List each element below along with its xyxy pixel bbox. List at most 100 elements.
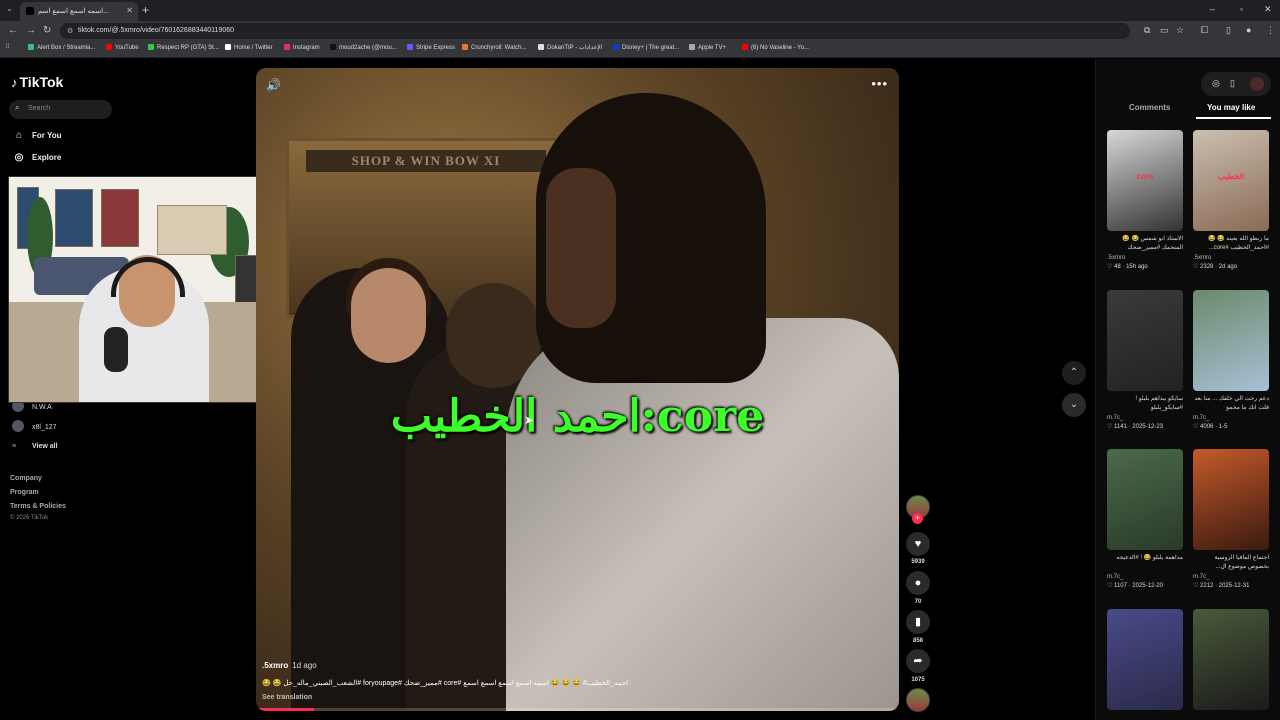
video-thumbnail[interactable] bbox=[1193, 449, 1269, 550]
video-card[interactable]: الخطيب ما ربطو الله يعينه 😂 😂 #احمد_الخطي… bbox=[1193, 130, 1269, 270]
video-card[interactable]: سايكو بيداهم بلبلو ! #سايكو_بلبلو m.7c_ ♡ … bbox=[1107, 290, 1183, 430]
next-video-button[interactable]: ⌄ bbox=[1062, 393, 1086, 417]
heart-icon: ♡ bbox=[1193, 583, 1201, 589]
bookmark-item[interactable]: DokanTIP - الإعدادات bbox=[538, 44, 602, 51]
video-thumbnail[interactable] bbox=[1107, 449, 1183, 550]
tab-comments[interactable]: Comments bbox=[1129, 103, 1170, 112]
card-title[interactable]: ما ربطو الله يعينه 😂 😂 #احمد_الخطيب #cor… bbox=[1193, 235, 1269, 253]
video-thumbnail[interactable] bbox=[1193, 290, 1269, 391]
bookmark-item[interactable]: Alert Box / Streamla... bbox=[28, 44, 95, 51]
share-count: 1075 bbox=[911, 677, 925, 683]
bookmark-item[interactable]: Respect RP (GTA) St... bbox=[148, 44, 219, 51]
card-title[interactable]: سايكو بيداهم بلبلو ! #سايكو_بلبلو bbox=[1107, 395, 1183, 413]
compass-icon[interactable]: ◎ bbox=[1212, 78, 1220, 89]
bookmark-item[interactable]: YouTube bbox=[106, 44, 139, 51]
video-author[interactable]: .5xmro 1d ago bbox=[262, 661, 317, 670]
bookmark-item[interactable]: Stripe Express bbox=[407, 44, 455, 51]
card-meta: ♡ 4006 · 1-5 bbox=[1193, 423, 1269, 430]
video-card[interactable]: core الاستاذ ابو شمس 😂 😂 المتحمك #مميز_ضح… bbox=[1107, 130, 1183, 270]
footer-terms[interactable]: Terms & Policies bbox=[10, 503, 66, 510]
translate-icon[interactable]: ⧉ bbox=[1144, 25, 1150, 36]
see-translation-link[interactable]: See translation bbox=[262, 694, 312, 701]
card-title[interactable]: اجتماع المافيا الروسية بخصوص موضوع ال... bbox=[1193, 554, 1269, 572]
card-username[interactable]: m.7c_ bbox=[1193, 574, 1269, 580]
video-card[interactable] bbox=[1107, 609, 1183, 710]
card-username[interactable]: .5xmro bbox=[1107, 255, 1183, 261]
video-card[interactable]: مداهمة بلبلو 😂 ! #الدعيجه m.7c_ ♡ 1107 · 2… bbox=[1107, 449, 1183, 589]
previous-video-button[interactable]: ⌃ bbox=[1062, 361, 1086, 385]
nav-for-you[interactable]: ⌂ For You bbox=[12, 130, 62, 141]
bookmark-favicon-icon bbox=[462, 44, 468, 50]
site-info-icon[interactable]: ⚙ bbox=[67, 27, 73, 35]
phone-icon[interactable]: ▯ bbox=[1230, 78, 1235, 89]
card-title[interactable]: مداهمة بلبلو 😂 ! #الدعيجه bbox=[1107, 554, 1183, 572]
video-thumbnail[interactable] bbox=[1107, 609, 1183, 710]
browser-tab[interactable]: اسمه اسمع اسمع اسم... ✕ bbox=[20, 2, 138, 21]
search-input[interactable]: ⌕ Search bbox=[9, 100, 112, 119]
bookmark-item[interactable]: Disney+ | The great... bbox=[613, 44, 679, 51]
nav-explore[interactable]: ◎ Explore bbox=[12, 152, 62, 163]
card-title[interactable]: دعم رحت الي خلقك ... منا بعد قلت انك ما … bbox=[1193, 395, 1269, 413]
cast-icon[interactable]: ▭ bbox=[1160, 25, 1169, 36]
tab-you-may-like[interactable]: You may like bbox=[1207, 103, 1255, 112]
video-thumbnail[interactable]: الخطيب bbox=[1193, 130, 1269, 231]
back-icon[interactable]: ← bbox=[8, 25, 18, 36]
bookmark-item[interactable]: Apple TV+ bbox=[689, 44, 726, 51]
maximize-icon[interactable]: ▫ bbox=[1240, 4, 1243, 14]
sidepanel-icon[interactable]: ▯ bbox=[1226, 25, 1231, 36]
video-card[interactable]: دعم رحت الي خلقك ... منا بعد قلت انك ما … bbox=[1193, 290, 1269, 430]
comment-button[interactable]: ● bbox=[906, 571, 930, 595]
bookmark-item[interactable]: (6) No Vaseline - Yo... bbox=[742, 44, 809, 51]
new-tab-icon[interactable]: + bbox=[142, 3, 149, 17]
bookmark-label: Apple TV+ bbox=[698, 45, 727, 51]
share-button[interactable]: ➦ bbox=[906, 649, 930, 673]
video-progress-bar[interactable] bbox=[256, 708, 899, 711]
bookmark-star-icon[interactable]: ☆ bbox=[1176, 25, 1184, 36]
tiktok-logo[interactable]: ♪ TikTok bbox=[11, 74, 63, 90]
card-username[interactable]: .5xmro bbox=[1193, 255, 1269, 261]
card-date: 2025-12-31 bbox=[1218, 583, 1250, 589]
sound-disc[interactable] bbox=[906, 688, 930, 712]
following-item-x8l[interactable]: x8l_127 bbox=[12, 420, 57, 432]
minimize-icon[interactable]: – bbox=[1210, 4, 1215, 14]
video-thumbnail[interactable]: core bbox=[1107, 130, 1183, 231]
view-all-link[interactable]: ≡ View all bbox=[12, 443, 58, 450]
thumbnail-text: الخطيب bbox=[1217, 172, 1245, 181]
heart-icon: ♡ bbox=[1193, 264, 1201, 270]
more-options-icon[interactable]: ••• bbox=[871, 76, 888, 91]
video-thumbnail[interactable] bbox=[1193, 609, 1269, 710]
user-avatar[interactable] bbox=[1250, 77, 1264, 91]
card-username[interactable]: m.7c_ bbox=[1107, 415, 1183, 421]
reload-icon[interactable]: ↻ bbox=[43, 25, 51, 36]
tab-search-icon[interactable]: ⌄ bbox=[6, 4, 13, 13]
bookmark-item[interactable]: Crunchyroll: Watch... bbox=[462, 44, 526, 51]
footer-company[interactable]: Company bbox=[10, 475, 42, 482]
card-username[interactable]: m.7c_ bbox=[1107, 574, 1183, 580]
profile-icon[interactable]: ● bbox=[1246, 25, 1251, 35]
apps-icon[interactable]: ⁞⁞ bbox=[6, 44, 9, 50]
volume-icon[interactable]: 🔊 bbox=[266, 78, 281, 92]
bookmark-item[interactable]: Home / Twitter bbox=[225, 44, 273, 51]
forward-icon[interactable]: → bbox=[26, 25, 36, 36]
card-title[interactable]: الاستاذ ابو شمس 😂 😂 المتحمك #مميز_ضحك bbox=[1107, 235, 1183, 253]
address-bar[interactable]: ⚙ tiktok.com/@.5xmro/video/7601626883440… bbox=[60, 23, 1130, 39]
video-card[interactable]: اجتماع المافيا الروسية بخصوص موضوع ال...… bbox=[1193, 449, 1269, 589]
video-player[interactable]: SHOP & WIN BOW XI احمد الخطيب:core 🔊 •••… bbox=[256, 68, 899, 711]
tab-close-icon[interactable]: ✕ bbox=[126, 6, 133, 15]
video-thumbnail[interactable] bbox=[1107, 290, 1183, 391]
right-panel: ◎ ▯ Comments You may like core الاستاذ اب… bbox=[1095, 59, 1280, 720]
like-button[interactable]: ♥ bbox=[906, 532, 930, 556]
search-placeholder: Search bbox=[28, 105, 51, 112]
bookmark-favicon-icon bbox=[330, 44, 336, 50]
footer-program[interactable]: Program bbox=[10, 489, 39, 496]
video-card[interactable] bbox=[1193, 609, 1269, 710]
follow-plus-icon[interactable]: + bbox=[912, 513, 923, 524]
extensions-icon[interactable]: ⧠ bbox=[1201, 25, 1208, 36]
window-close-icon[interactable]: ✕ bbox=[1264, 4, 1272, 15]
bookmark-item[interactable]: Instagram bbox=[284, 44, 320, 51]
cursor-icon: ➤ bbox=[524, 413, 535, 427]
bookmark-item[interactable]: moud2ache (@mou... bbox=[330, 44, 397, 51]
menu-icon[interactable]: ⋮ bbox=[1266, 25, 1275, 36]
save-button[interactable]: ▮ bbox=[906, 610, 930, 634]
card-username[interactable]: m.7c_ bbox=[1193, 415, 1269, 421]
